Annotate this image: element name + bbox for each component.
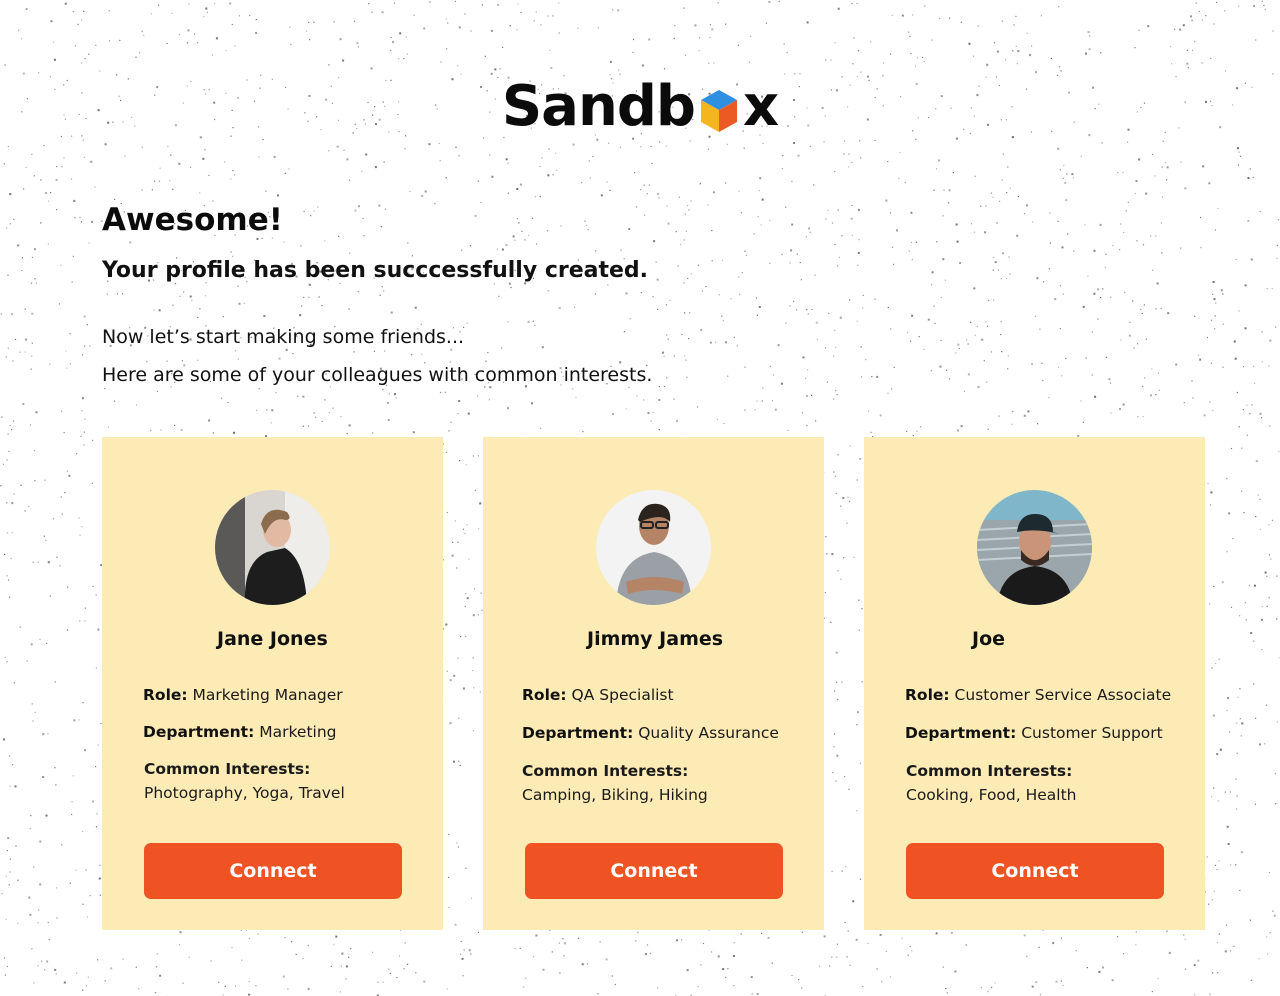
department-label: Department: <box>522 724 634 742</box>
colleague-name: Joe <box>972 628 1006 650</box>
connect-button[interactable]: Connect <box>906 843 1164 899</box>
department-value: Customer Support <box>1021 724 1163 742</box>
colleague-card: Jimmy James Role: QA Specialist Departme… <box>483 437 824 930</box>
role-value: Marketing Manager <box>192 686 343 704</box>
avatar <box>596 490 711 605</box>
connect-button[interactable]: Connect <box>144 843 402 899</box>
interests-label: Common Interests: <box>522 762 689 780</box>
role-value: Customer Service Associate <box>954 686 1172 704</box>
page-subtitle: Your profile has been succcessfully crea… <box>102 258 649 283</box>
department-value: Marketing <box>259 723 337 741</box>
department-label: Department: <box>143 723 255 741</box>
colleague-card: Joe Role: Customer Service Associate Dep… <box>864 437 1205 930</box>
role-line: Role: QA Specialist <box>522 686 674 704</box>
role-line: Role: Customer Service Associate <box>905 686 1171 704</box>
avatar-photo-icon <box>215 490 330 605</box>
department-value: Quality Assurance <box>638 724 779 742</box>
logo-text-end: x <box>743 74 779 139</box>
colleague-name: Jane Jones <box>217 628 328 650</box>
department-line: Department: Customer Support <box>905 724 1163 742</box>
interests-value: Camping, Biking, Hiking <box>522 786 708 804</box>
avatar-photo-icon <box>596 490 711 605</box>
interests-value: Cooking, Food, Health <box>906 786 1077 804</box>
page-title: Awesome! <box>102 202 283 238</box>
interests-label: Common Interests: <box>906 762 1073 780</box>
role-label: Role: <box>143 686 188 704</box>
role-value: QA Specialist <box>571 686 674 704</box>
cube-logo-icon <box>701 89 738 132</box>
colleague-card: Jane Jones Role: Marketing Manager Depar… <box>102 437 443 930</box>
interests-label: Common Interests: <box>144 760 311 778</box>
logo-text-start: Sandb <box>501 74 696 139</box>
intro-text-1: Now let’s start making some friends... <box>102 326 465 348</box>
avatar-photo-icon <box>977 490 1092 605</box>
connect-button[interactable]: Connect <box>525 843 783 899</box>
department-line: Department: Marketing <box>143 723 337 741</box>
sandbox-logo: Sandb x <box>0 74 1280 139</box>
department-label: Department: <box>905 724 1017 742</box>
role-label: Role: <box>905 686 950 704</box>
avatar <box>977 490 1092 605</box>
interests-value: Photography, Yoga, Travel <box>144 784 345 802</box>
department-line: Department: Quality Assurance <box>522 724 779 742</box>
colleague-name: Jimmy James <box>587 628 724 650</box>
role-line: Role: Marketing Manager <box>143 686 343 704</box>
avatar <box>215 490 330 605</box>
role-label: Role: <box>522 686 567 704</box>
intro-text-2: Here are some of your colleagues with co… <box>102 364 653 386</box>
